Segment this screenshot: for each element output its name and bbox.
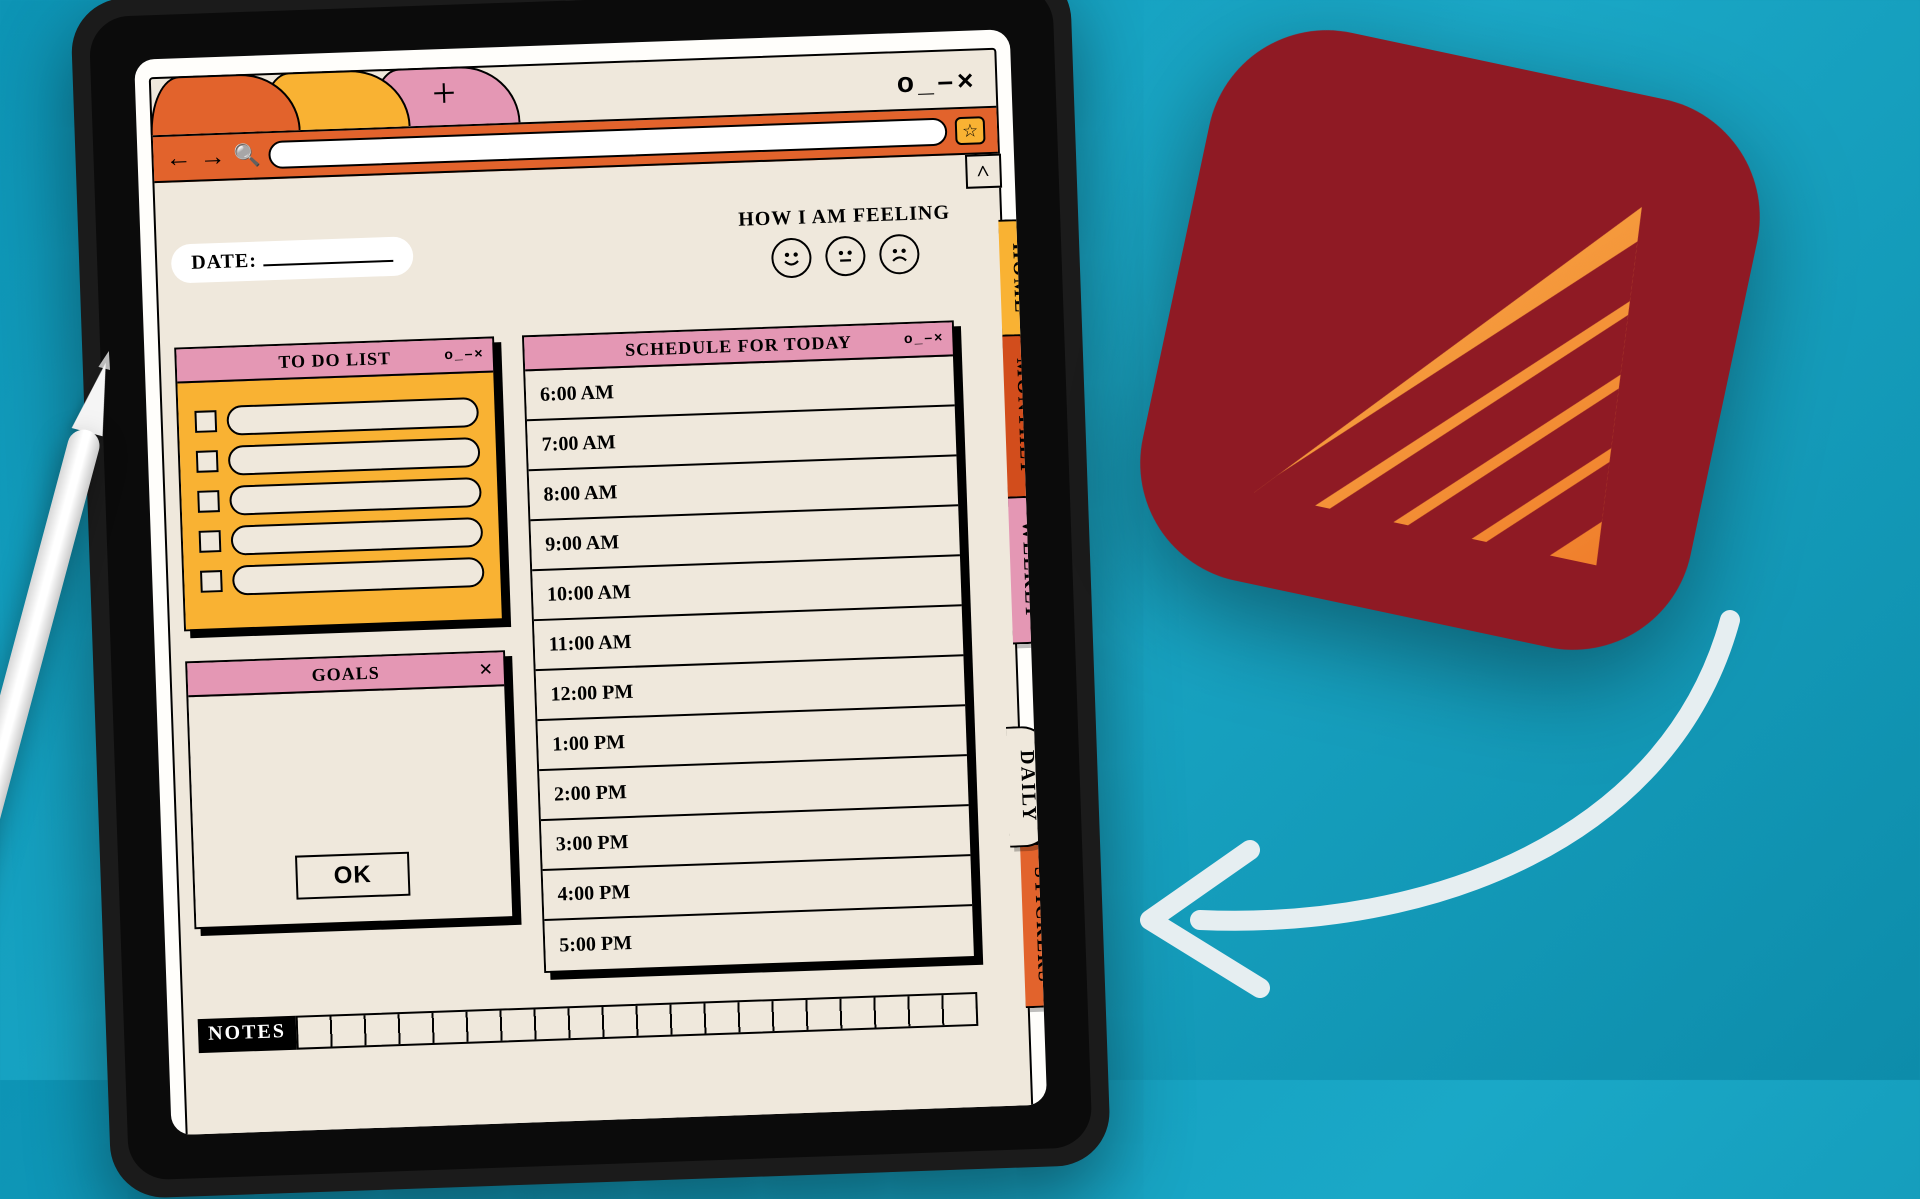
todo-checkbox[interactable] xyxy=(197,490,220,513)
forward-arrow-icon[interactable]: → xyxy=(199,142,226,173)
todo-text-field[interactable] xyxy=(232,557,485,596)
scroll-up-button[interactable]: ˄ xyxy=(964,154,1001,189)
todo-text-field[interactable] xyxy=(228,437,481,476)
todo-row xyxy=(197,477,482,517)
face-sad-icon[interactable] xyxy=(879,234,920,275)
goals-panel: GOALS × OK xyxy=(185,650,514,929)
schedule-window-controls[interactable]: o_–× xyxy=(904,329,945,346)
face-happy-icon[interactable] xyxy=(771,237,812,278)
plus-icon: + xyxy=(431,70,456,119)
todo-text-field[interactable] xyxy=(226,397,479,436)
schedule-title: SCHEDULE FOR TODAY xyxy=(625,331,852,360)
ok-button[interactable]: OK xyxy=(295,852,410,900)
todo-row xyxy=(200,557,485,597)
todo-title: TO DO LIST xyxy=(278,348,391,373)
close-icon[interactable]: × xyxy=(478,657,494,684)
goals-body[interactable]: OK xyxy=(188,686,512,927)
date-blank-line xyxy=(263,260,393,267)
face-neutral-icon[interactable] xyxy=(825,235,866,276)
date-field[interactable]: DATE: xyxy=(171,236,414,283)
pointer-arrow-icon xyxy=(1110,600,1750,1020)
todo-text-field[interactable] xyxy=(229,477,482,516)
window-controls[interactable]: o_–× xyxy=(896,64,978,99)
todo-row xyxy=(198,517,483,557)
sidetab-weekly[interactable]: WEEKLY xyxy=(1008,495,1047,645)
notes-row: NOTES xyxy=(198,992,979,1053)
todo-panel: TO DO LIST o_–× xyxy=(174,336,504,631)
todo-checkbox[interactable] xyxy=(200,570,223,593)
goals-title: GOALS xyxy=(311,662,380,685)
todo-checkbox[interactable] xyxy=(194,410,217,433)
notes-label: NOTES xyxy=(198,1016,297,1053)
sidetab-stickers[interactable]: STICKERS xyxy=(1020,842,1047,1008)
pencil-tip xyxy=(72,358,122,436)
todo-checkbox[interactable] xyxy=(199,530,222,553)
search-icon[interactable]: 🔍 xyxy=(233,142,261,169)
sidetab-daily[interactable]: DAILY xyxy=(1006,726,1047,848)
todo-body xyxy=(177,372,501,629)
todo-text-field[interactable] xyxy=(230,517,483,556)
notes-grid[interactable] xyxy=(295,992,978,1050)
pencil-body xyxy=(0,426,103,1110)
app-icon-glyph xyxy=(1118,8,1782,672)
todo-row xyxy=(196,437,481,477)
ipad-bezel: + o_–× ← → 🔍 ☆ ˄ DATE: xyxy=(89,0,1093,1181)
date-label: DATE: xyxy=(191,250,258,275)
schedule-body: 6:00 AM7:00 AM8:00 AM9:00 AM10:00 AM11:0… xyxy=(525,356,974,971)
todo-window-controls[interactable]: o_–× xyxy=(444,345,485,362)
todo-row xyxy=(194,397,479,437)
planner-page: + o_–× ← → 🔍 ☆ ˄ DATE: xyxy=(149,48,1037,1135)
ipad-screen: + o_–× ← → 🔍 ☆ ˄ DATE: xyxy=(134,29,1047,1135)
sidetab-home[interactable]: HOME xyxy=(998,218,1043,339)
app-icon xyxy=(1118,8,1782,672)
schedule-panel: SCHEDULE FOR TODAY o_–× 6:00 AM7:00 AM8:… xyxy=(522,320,976,973)
todo-checkbox[interactable] xyxy=(196,450,219,473)
planner-content: DATE: HOW I AM FEELING xyxy=(170,201,978,1053)
ipad-device: + o_–× ← → 🔍 ☆ ˄ DATE: xyxy=(70,0,1111,1199)
bookmark-star-icon[interactable]: ☆ xyxy=(955,116,986,145)
sidetab-monthly[interactable]: MONTHLY xyxy=(1002,334,1047,501)
back-arrow-icon[interactable]: ← xyxy=(165,143,192,174)
feeling-label: HOW I AM FEELING xyxy=(738,201,950,231)
